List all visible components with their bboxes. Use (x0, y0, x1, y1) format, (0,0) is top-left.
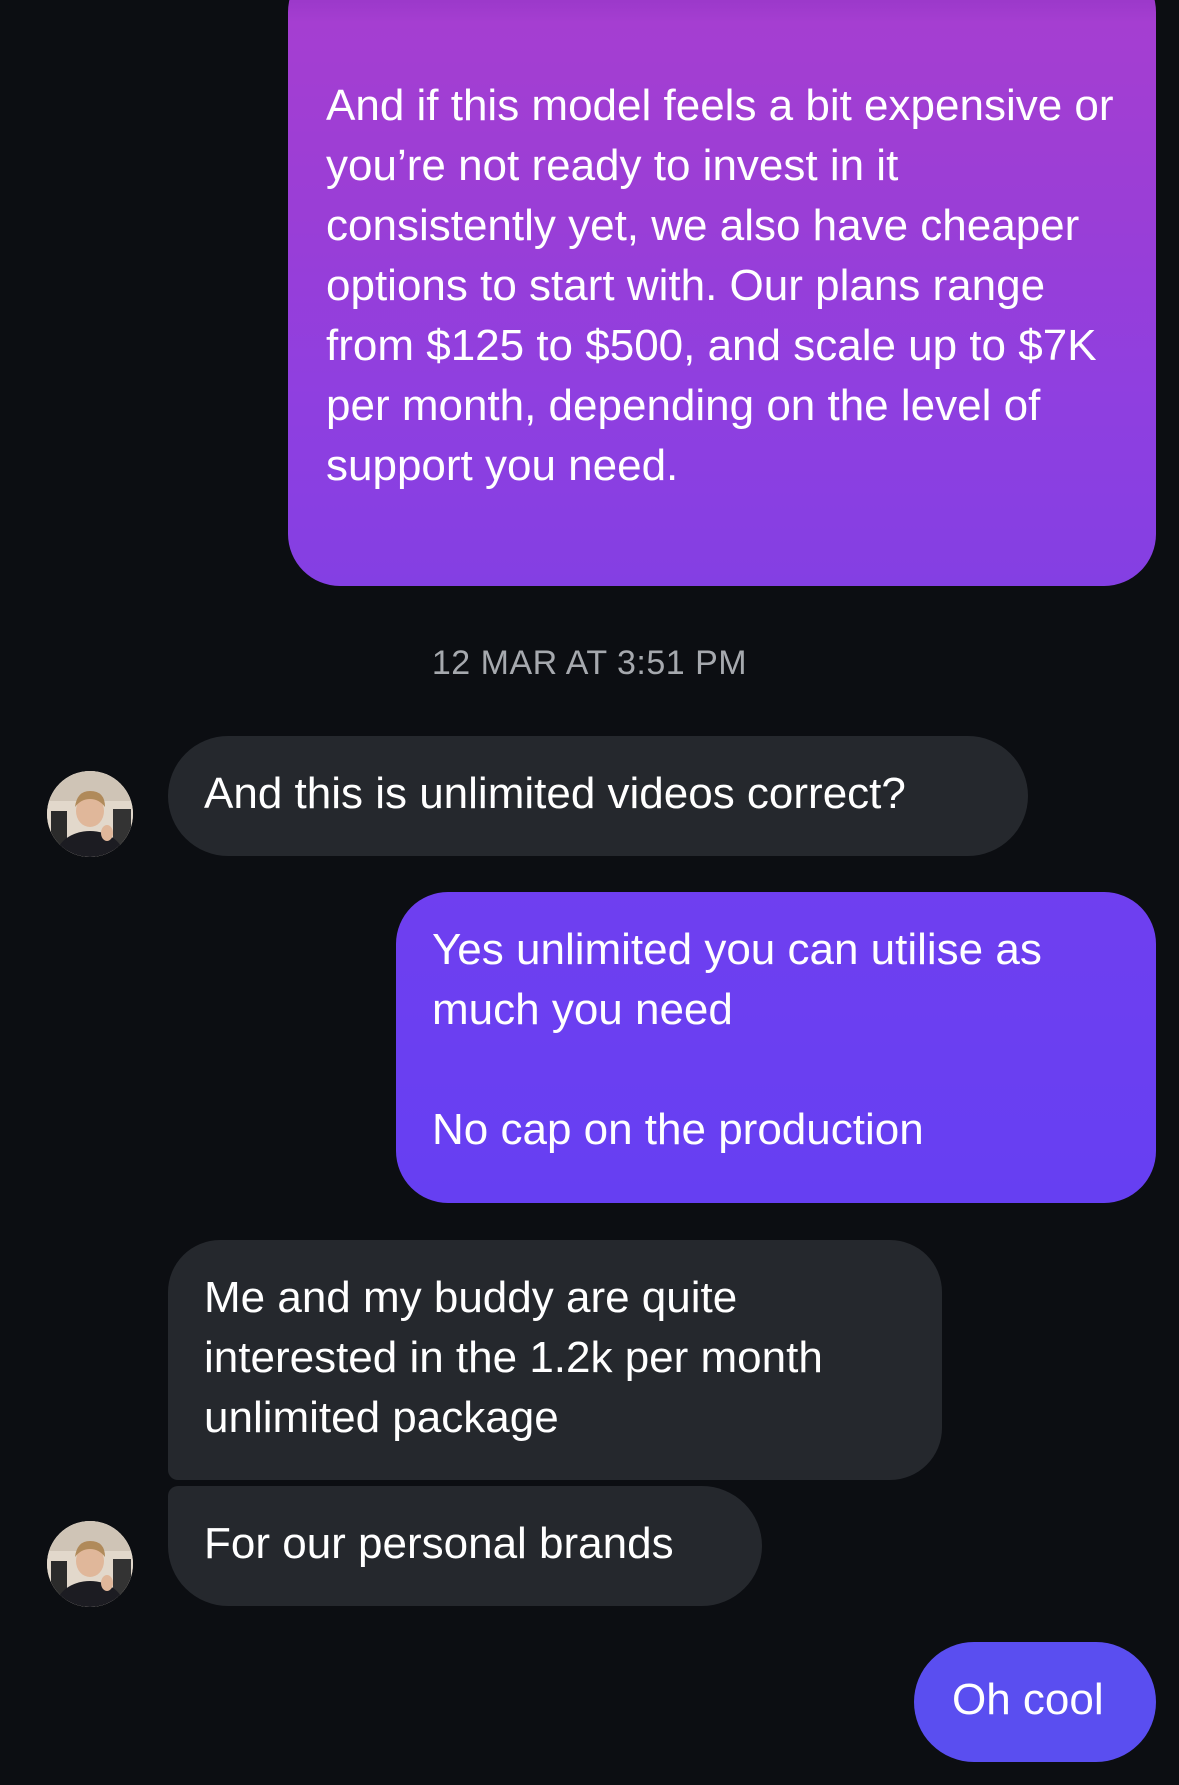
contact-avatar[interactable] (47, 1521, 133, 1607)
contact-avatar-image (47, 1521, 133, 1607)
contact-avatar[interactable] (47, 771, 133, 857)
received-message-bubble[interactable]: And this is unlimited videos correct? (168, 736, 1028, 856)
received-message-bubble[interactable]: Me and my buddy are quite interested in … (168, 1240, 942, 1480)
message-timestamp: 12 MAR AT 3:51 PM (431, 644, 748, 682)
contact-avatar-image (47, 771, 133, 857)
sent-message-bubble[interactable]: Oh cool (914, 1642, 1156, 1762)
received-message-bubble[interactable]: For our personal brands (168, 1486, 762, 1606)
sent-message-bubble[interactable]: Yes unlimited you can utilise as much yo… (396, 892, 1156, 1203)
sent-message-bubble[interactable]: And if this model feels a bit expensive … (288, 0, 1156, 586)
